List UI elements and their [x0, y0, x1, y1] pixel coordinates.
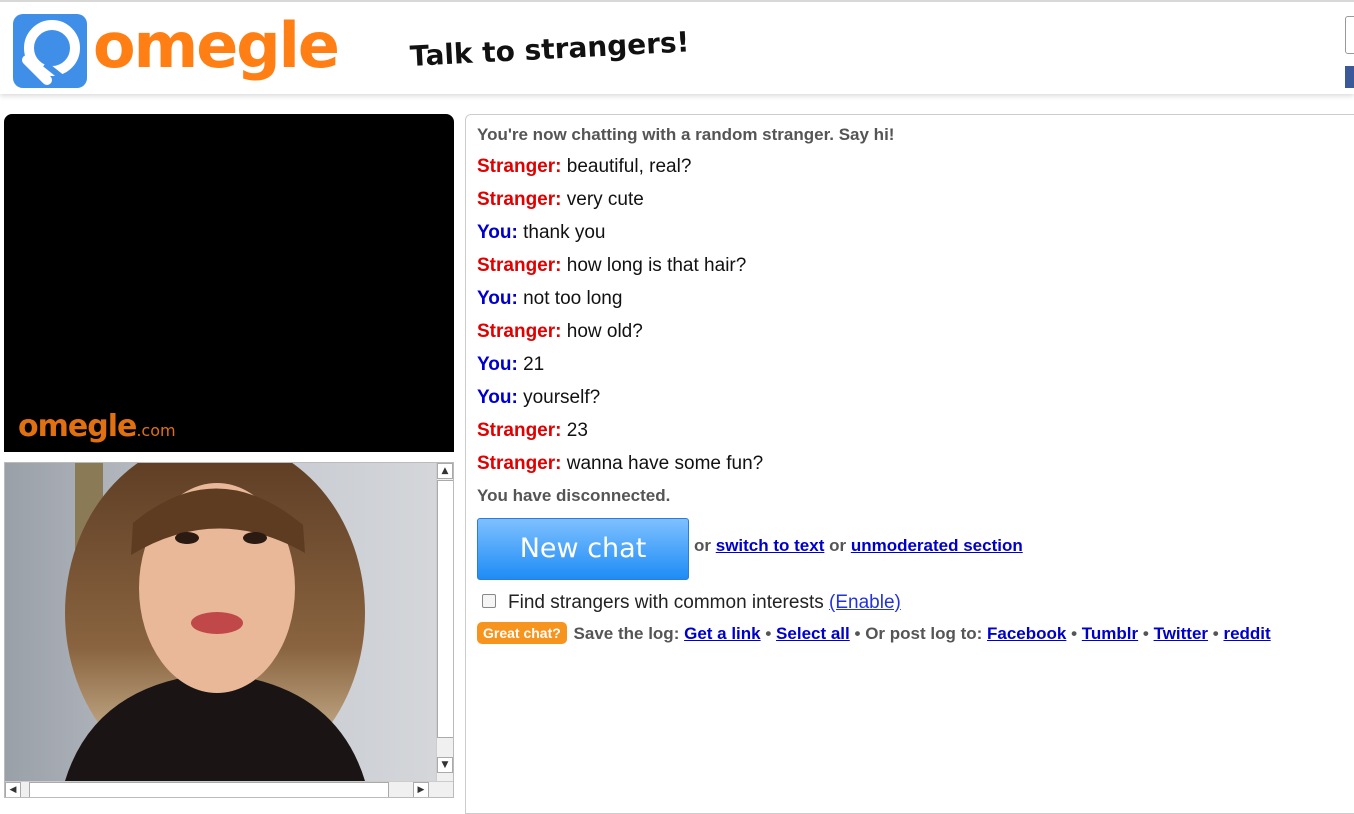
or-text: or — [829, 536, 847, 555]
message-text: very cute — [566, 189, 644, 210]
vertical-scroll-thumb[interactable] — [437, 480, 453, 738]
facebook-link[interactable]: Facebook — [987, 624, 1066, 643]
omegle-logo-text[interactable]: omegle — [93, 6, 340, 86]
message-sender: You: — [477, 288, 518, 309]
interests-label: Find strangers with common interests — [508, 592, 824, 613]
tagline: Talk to strangers! — [409, 25, 691, 73]
bullet-separator: • — [1071, 624, 1078, 643]
message-sender: Stranger: — [477, 420, 562, 441]
bullet-separator: • — [765, 624, 772, 643]
message-text: how old? — [566, 321, 643, 342]
chat-message: Stranger: wanna have some fun? — [477, 453, 763, 475]
chat-log: You're now chatting with a random strang… — [465, 114, 1354, 814]
video-watermark: omegle.com — [18, 409, 176, 444]
disconnected-notice: You have disconnected. — [477, 486, 671, 505]
stranger-video: omegle.com — [4, 114, 454, 452]
new-chat-button[interactable]: New chat — [477, 518, 689, 580]
message-text: beautiful, real? — [566, 156, 692, 177]
self-video-feed — [5, 463, 436, 781]
reddit-link[interactable]: reddit — [1223, 624, 1270, 643]
bullet-separator: • — [854, 624, 861, 643]
select-all-link[interactable]: Select all — [776, 624, 850, 643]
watermark-text: omegle — [18, 409, 137, 444]
scroll-right-arrow-icon[interactable]: ▶ — [413, 782, 429, 797]
self-video-vertical-scrollbar[interactable]: ▲ ▼ — [436, 463, 453, 781]
message-sender: Stranger: — [477, 453, 562, 474]
post-log-label: Or post log to: — [865, 624, 983, 643]
switch-to-text-link[interactable]: switch to text — [716, 536, 825, 555]
message-text: thank you — [523, 222, 606, 243]
self-video-frame: ▲ ▼ ◀ ▶ — [4, 462, 454, 798]
chat-message: You: yourself? — [477, 387, 600, 409]
get-link-link[interactable]: Get a link — [684, 624, 761, 643]
unmoderated-section-link[interactable]: unmoderated section — [851, 536, 1023, 555]
scroll-left-arrow-icon[interactable]: ◀ — [5, 782, 21, 797]
message-sender: Stranger: — [477, 255, 562, 276]
interests-checkbox[interactable] — [482, 593, 496, 608]
message-sender: Stranger: — [477, 156, 562, 177]
alt-chat-options: or switch to text or unmoderated section — [694, 536, 1023, 556]
message-text: how long is that hair? — [566, 255, 747, 276]
message-sender: You: — [477, 222, 518, 243]
or-text: or — [694, 536, 711, 555]
log-actions: Great chat? Save the log: Get a link • S… — [477, 622, 1271, 644]
bullet-separator: • — [1142, 624, 1149, 643]
message-text: wanna have some fun? — [566, 453, 764, 474]
message-text: not too long — [523, 288, 623, 309]
self-video-horizontal-scrollbar[interactable]: ◀ ▶ — [5, 781, 453, 797]
message-text: 21 — [523, 354, 545, 375]
message-text: 23 — [566, 420, 588, 441]
twitter-link[interactable]: Twitter — [1154, 624, 1208, 643]
message-sender: Stranger: — [477, 321, 562, 342]
scroll-up-arrow-icon[interactable]: ▲ — [437, 463, 453, 479]
site-header: omegle Talk to strangers! — [0, 0, 1354, 94]
header-input-box[interactable] — [1345, 16, 1354, 54]
chat-message: Stranger: how old? — [477, 321, 643, 343]
chat-intro: You're now chatting with a random strang… — [477, 125, 895, 144]
message-sender: Stranger: — [477, 189, 562, 210]
tumblr-link[interactable]: Tumblr — [1082, 624, 1138, 643]
enable-interests-link[interactable]: (Enable) — [829, 592, 901, 613]
great-chat-button[interactable]: Great chat? — [477, 622, 567, 644]
chat-message: Stranger: beautiful, real? — [477, 156, 691, 178]
message-sender: You: — [477, 354, 518, 375]
horizontal-scroll-thumb[interactable] — [29, 782, 389, 797]
watermark-suffix: .com — [136, 421, 176, 440]
message-text: yourself? — [523, 387, 601, 408]
facebook-like-button[interactable] — [1345, 66, 1354, 88]
scroll-down-arrow-icon[interactable]: ▼ — [437, 757, 453, 773]
chat-message: Stranger: very cute — [477, 189, 644, 211]
chat-message: Stranger: 23 — [477, 420, 588, 442]
chat-message: You: not too long — [477, 288, 622, 310]
omegle-logo-icon[interactable] — [13, 14, 87, 88]
save-log-label: Save the log: — [573, 624, 680, 643]
interests-row: Find strangers with common interests (En… — [482, 592, 901, 614]
chat-message: Stranger: how long is that hair? — [477, 255, 746, 277]
chat-message: You: 21 — [477, 354, 544, 376]
message-sender: You: — [477, 387, 518, 408]
chat-message: You: thank you — [477, 222, 606, 244]
bullet-separator: • — [1212, 624, 1219, 643]
